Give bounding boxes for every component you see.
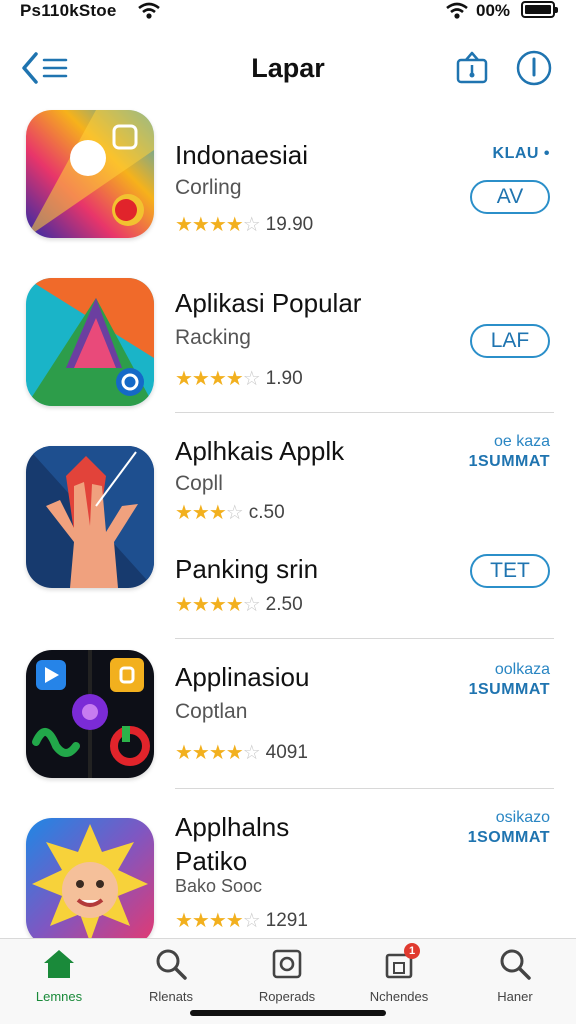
tab-label: Rlenats — [148, 989, 194, 1004]
tab-label: Haner — [497, 989, 533, 1004]
app-name: Aplikasi Popular — [175, 288, 362, 318]
app-icon[interactable] — [26, 446, 154, 588]
list-item[interactable]: Indonaesiai Corling ★★★★☆ 19.90 KLAU • A… — [0, 108, 576, 248]
get-button[interactable]: TET — [470, 554, 550, 588]
tag-label: 1SOMMAT — [467, 829, 550, 846]
app-tag: osikazo 1SOMMAT — [468, 808, 550, 848]
star-rating-icon: ★★★★☆ — [175, 594, 261, 616]
list-item[interactable]: Applinasiou Coptlan ★★★★☆ 4091 oolkaza 1… — [0, 648, 576, 788]
tag-label: oolkaza — [494, 661, 550, 678]
rating-score: 19.90 — [265, 214, 314, 235]
divider — [175, 638, 554, 639]
star-rating-icon: ★★★★☆ — [175, 910, 261, 932]
star-rating-icon: ★★★★☆ — [175, 368, 261, 390]
info-icon[interactable] — [514, 48, 554, 88]
app-tag: oe kaza 1SUMMAT — [469, 432, 550, 472]
tag-label: 1SUMMAT — [468, 681, 550, 698]
rating: ★★★★☆ 4091 — [175, 742, 308, 764]
app-subtitle: Bako Sooc — [175, 876, 263, 896]
tab-label: Roperads — [258, 989, 316, 1004]
app-name-line2: Patiko — [175, 846, 248, 876]
rating: ★★★★☆ 19.90 — [175, 214, 313, 236]
share-icon[interactable] — [452, 48, 492, 88]
app-icon[interactable] — [26, 650, 154, 778]
app-icon[interactable] — [26, 818, 154, 946]
tag-label: oe kaza — [493, 433, 550, 450]
tab-label: Nchendes — [369, 989, 429, 1004]
home-indicator — [190, 1010, 386, 1016]
notification-badge: 1 — [404, 943, 420, 959]
app-icon[interactable] — [26, 278, 154, 406]
carrier-label: Ps110kStoe — [20, 1, 117, 20]
app-name: Aplhkais Applk — [175, 436, 345, 466]
star-rating-icon: ★★★☆ — [175, 502, 244, 524]
rating-score: 4091 — [265, 742, 308, 763]
battery-percentage: 00% — [476, 1, 511, 20]
rating-score: 1291 — [265, 910, 308, 931]
rating-score: 1.90 — [265, 368, 303, 389]
wifi-icon — [446, 2, 468, 19]
search-icon — [154, 947, 188, 981]
list-item[interactable]: Applhalns Patiko Bako Sooc ★★★★☆ 1291 os… — [0, 800, 576, 946]
rating: ★★★★☆ 2.50 — [175, 594, 303, 616]
star-rating-icon: ★★★★☆ — [175, 742, 261, 764]
app-name: Indonaesiai — [175, 140, 308, 170]
rating: ★★★☆ c.50 — [175, 502, 285, 524]
bag-icon: 1 — [382, 943, 420, 981]
rating-score: 2.50 — [265, 594, 303, 615]
app-subtitle: Corling — [175, 176, 242, 199]
tag-label: osikazo — [495, 809, 550, 826]
app-name: Applinasiou — [175, 662, 310, 692]
get-button[interactable]: AV — [470, 180, 550, 214]
app-tag: KLAU • — [493, 144, 550, 164]
rating-score: c.50 — [248, 502, 285, 523]
tab-search[interactable]: Rlenats — [116, 947, 226, 1011]
app-icon[interactable] — [26, 110, 154, 238]
tab-search-2[interactable]: Haner — [460, 947, 570, 1011]
home-icon — [42, 947, 76, 981]
battery-icon — [521, 1, 558, 18]
list-item[interactable]: Aplhkais Applk Copll ★★★☆ c.50 oe kaza 1… — [0, 420, 576, 630]
divider — [175, 788, 554, 789]
star-rating-icon: ★★★★☆ — [175, 214, 261, 236]
tag-label: 1SUMMAT — [468, 453, 550, 470]
navigation-bar: Lapar — [0, 40, 576, 96]
app-name: Panking srin — [175, 554, 319, 584]
tab-home[interactable]: Lemnes — [4, 947, 114, 1011]
app-subtitle: Copll — [175, 472, 223, 495]
app-subtitle: Racking — [175, 326, 251, 349]
tab-updates[interactable]: 1 Nchendes — [344, 943, 454, 1011]
search-icon — [498, 947, 532, 981]
tab-records[interactable]: Roperads — [232, 947, 342, 1011]
rating: ★★★★☆ 1291 — [175, 910, 308, 932]
status-bar: Ps110kStoe 00% — [0, 0, 576, 24]
app-tag: oolkaza 1SUMMAT — [469, 660, 550, 700]
divider — [175, 412, 554, 413]
tag-label: KLAU • — [492, 145, 550, 162]
app-name: Applhalns — [175, 812, 290, 842]
app-subtitle: Coptlan — [175, 700, 248, 723]
get-button[interactable]: LAF — [470, 324, 550, 358]
list-item[interactable]: Aplikasi Popular Racking ★★★★☆ 1.90 LAF — [0, 276, 576, 416]
wifi-icon — [138, 2, 160, 19]
record-icon — [270, 947, 304, 981]
tab-label: Lemnes — [35, 989, 83, 1004]
rating: ★★★★☆ 1.90 — [175, 368, 303, 390]
